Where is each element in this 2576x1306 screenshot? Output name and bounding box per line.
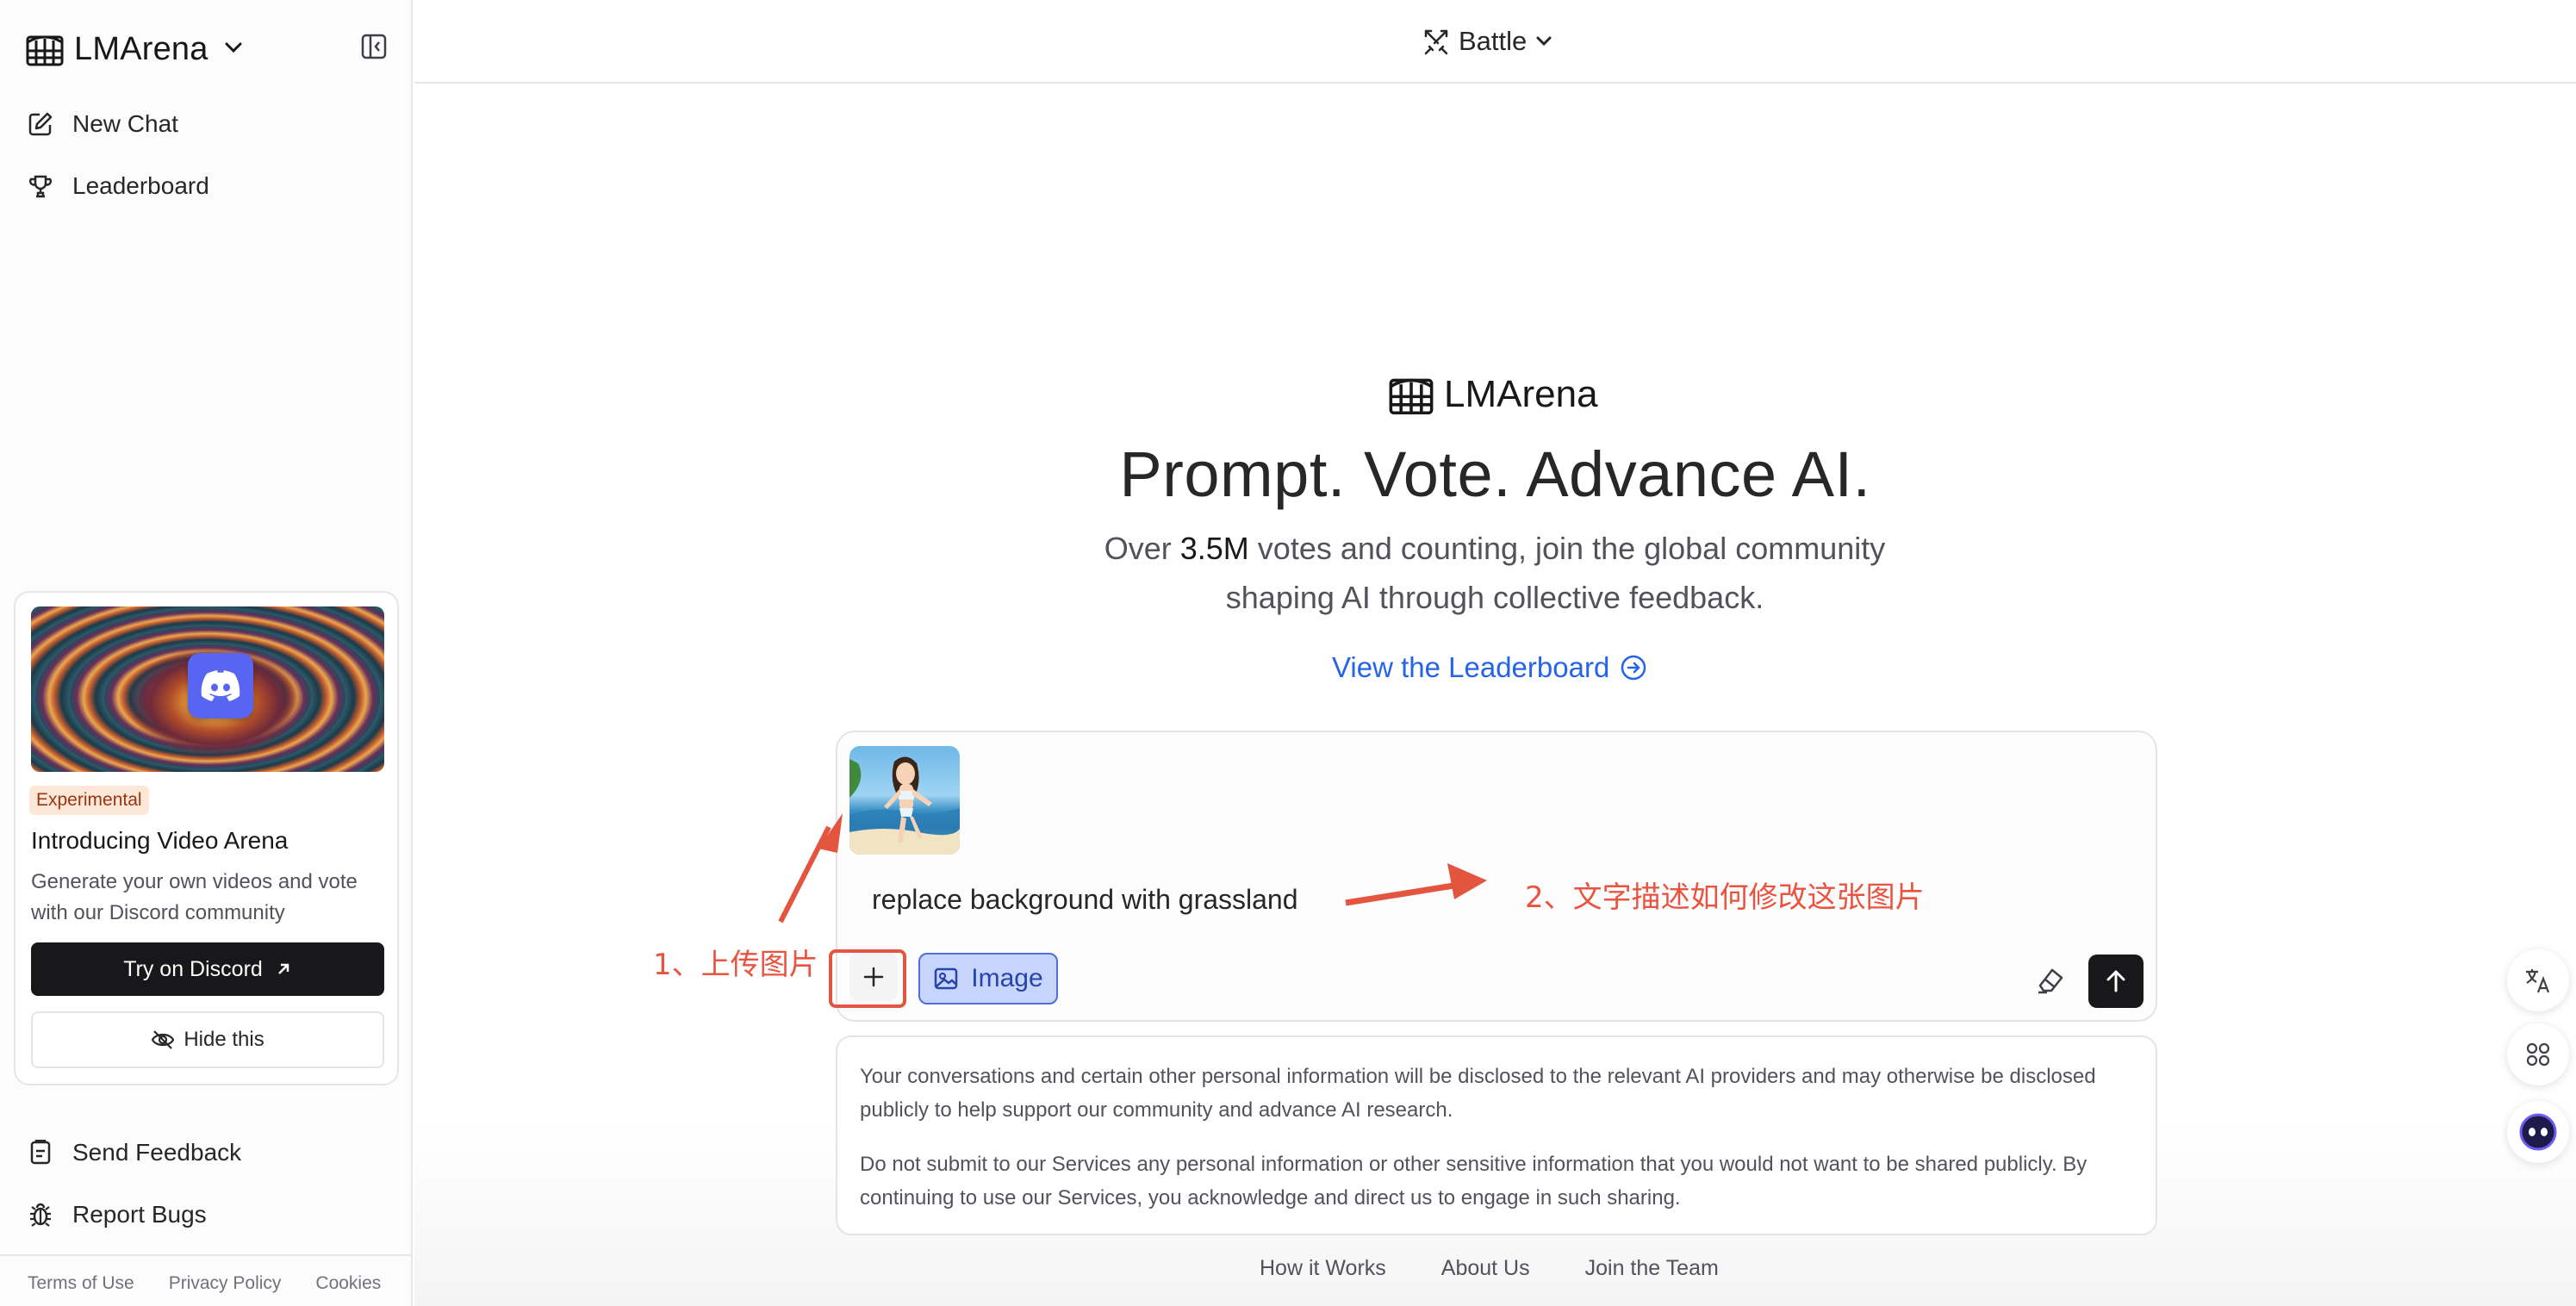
notice-paragraph: Your conversations and certain other per… [860, 1065, 2096, 1122]
annotation-step2: 2、文字描述如何修改这张图片 [1525, 880, 1925, 915]
anime-girl-image [849, 756, 960, 855]
arena-logo-icon [1389, 378, 1434, 415]
image-icon [935, 967, 958, 990]
hero-brand: LMArena [1389, 372, 1598, 417]
eye-off-icon [152, 1030, 175, 1049]
sidebar-item-label: New Chat [72, 110, 178, 137]
bug-icon [26, 1200, 55, 1229]
sidebar-item-send-feedback[interactable]: Send Feedback [26, 1129, 241, 1177]
subtitle-text: votes and counting, join the global comm… [1225, 531, 1886, 615]
collapse-sidebar-button[interactable] [358, 31, 389, 62]
view-leaderboard-label: View the Leaderboard [1332, 651, 1610, 683]
hide-promo-label: Hide this [184, 1028, 264, 1051]
divider [0, 1254, 413, 1256]
sidebar-item-label: Report Bugs [72, 1201, 207, 1228]
apps-grid-icon [2526, 1042, 2550, 1067]
mode-selector[interactable]: Battle [1422, 22, 1552, 60]
privacy-notice: Your conversations and certain other per… [836, 1035, 2157, 1235]
sidebar-item-new-chat[interactable]: New Chat [26, 100, 178, 148]
promo-title: Introducing Video Arena [31, 827, 289, 854]
cookies-link[interactable]: Cookies [315, 1273, 381, 1294]
mode-label: Battle [1459, 26, 1528, 56]
hero-brand-name: LMArena [1444, 373, 1598, 415]
footer-links: How it Works About Us Join the Team [1260, 1256, 1719, 1281]
terms-link[interactable]: Terms of Use [28, 1273, 134, 1294]
page-title: Prompt. Vote. Advance AI. [1119, 438, 1871, 510]
arrow-up-icon [2106, 970, 2125, 992]
sidebar-item-leaderboard[interactable]: Leaderboard [26, 162, 209, 210]
try-on-discord-button[interactable]: Try on Discord [31, 942, 384, 996]
promo-image [31, 606, 384, 772]
experimental-badge: Experimental [29, 786, 149, 815]
view-leaderboard-link[interactable]: View the Leaderboard [1332, 648, 1647, 687]
trophy-icon [26, 171, 55, 201]
sidebar-toggle-icon [361, 34, 387, 59]
sidebar-item-report-bugs[interactable]: Report Bugs [26, 1191, 207, 1239]
try-on-discord-label: Try on Discord [123, 956, 263, 981]
brand-switcher[interactable]: LMArena [26, 26, 243, 72]
brand-name: LMArena [74, 30, 208, 67]
privacy-link[interactable]: Privacy Policy [169, 1273, 282, 1294]
translate-icon [2526, 969, 2550, 993]
discord-icon [188, 653, 253, 718]
sidebar-item-label: Leaderboard [72, 172, 209, 199]
assistant-tool-button[interactable] [2507, 1101, 2569, 1163]
clear-input-button[interactable] [2028, 958, 2073, 1003]
notice-paragraph: Do not submit to our Services any person… [860, 1153, 2088, 1210]
translate-tool-button[interactable] [2507, 949, 2569, 1011]
chevron-down-icon [224, 41, 243, 58]
annotation-highlight-box [829, 949, 906, 1008]
uploaded-image-thumbnail[interactable] [849, 746, 960, 855]
about-us-link[interactable]: About Us [1441, 1256, 1530, 1281]
image-mode-toggle[interactable]: Image [918, 953, 1058, 1004]
legal-links: Terms of Use Privacy Policy Cookies [28, 1273, 381, 1294]
send-button[interactable] [2088, 955, 2144, 1008]
how-it-works-link[interactable]: How it Works [1260, 1256, 1386, 1281]
vote-count: 3.5M [1179, 531, 1249, 566]
arena-logo-icon [26, 32, 64, 66]
swords-icon [1424, 29, 1448, 55]
edit-icon [26, 109, 55, 139]
sidebar: LMArena New Chat Leaderboard Experimenta… [0, 0, 413, 1306]
prompt-input[interactable]: replace background with grassland [872, 884, 1298, 916]
hide-promo-button[interactable]: Hide this [31, 1011, 384, 1068]
sidebar-item-label: Send Feedback [72, 1139, 242, 1166]
annotation-step1: 1、上传图片 [653, 948, 818, 982]
feedback-icon [26, 1138, 55, 1167]
arrow-circle-right-icon [1621, 655, 1646, 681]
video-arena-promo-card: Experimental Introducing Video Arena Gen… [14, 591, 399, 1085]
promo-description: Generate your own videos and vote with o… [31, 870, 358, 924]
apps-tool-button[interactable] [2507, 1023, 2569, 1085]
chevron-down-icon [1536, 36, 1552, 47]
subtitle-text: Over [1104, 531, 1180, 566]
eraser-icon [2038, 968, 2063, 994]
hero-subtitle: Over 3.5M votes and counting, join the g… [1060, 524, 1930, 622]
assistant-bot-icon [2519, 1113, 2557, 1151]
prompt-composer: replace background with grassland Image [836, 731, 2157, 1022]
join-team-link[interactable]: Join the Team [1585, 1256, 1719, 1281]
external-arrow-icon [277, 963, 289, 974]
image-mode-label: Image [971, 964, 1043, 992]
topbar: Battle [414, 0, 2576, 84]
